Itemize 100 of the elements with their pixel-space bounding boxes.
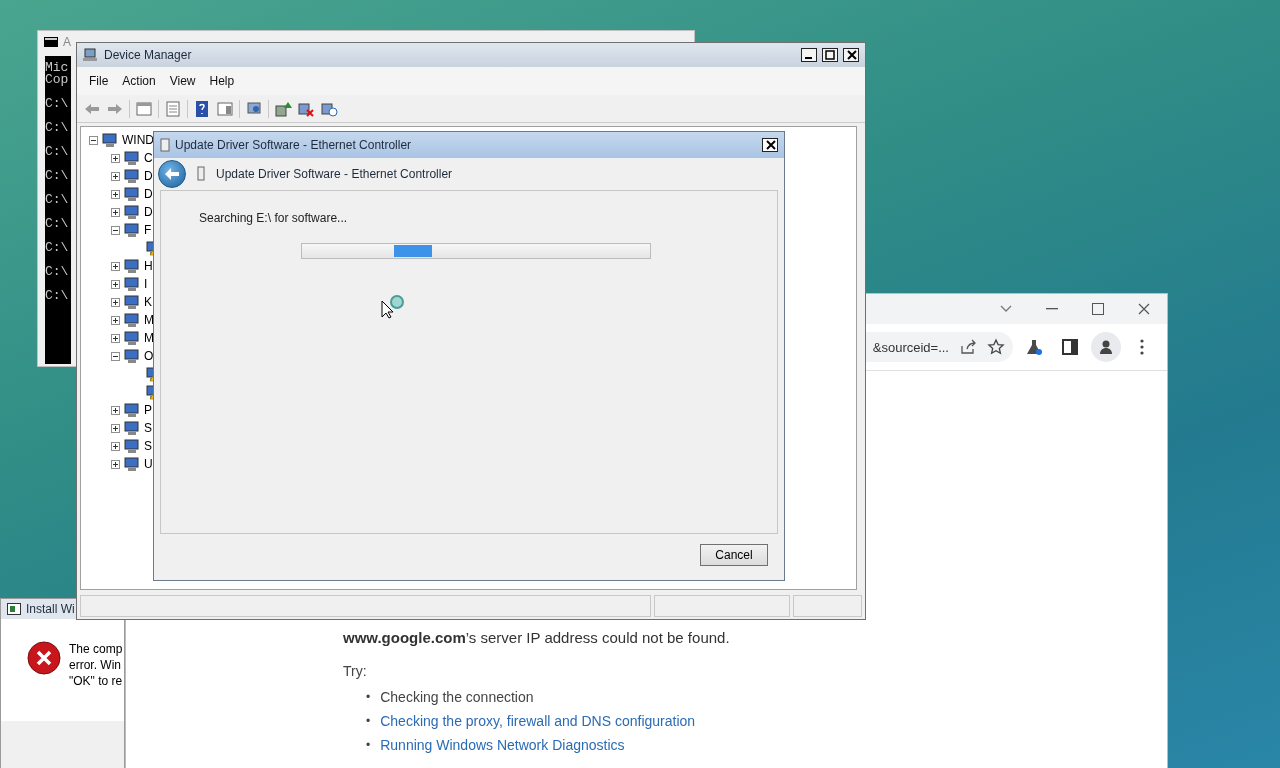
tree-item-label[interactable]: O xyxy=(144,349,154,363)
device-icon xyxy=(101,132,119,148)
tree-item-label[interactable]: I xyxy=(144,277,148,291)
expand-toggle[interactable] xyxy=(111,333,120,343)
console-line: C:\ xyxy=(45,218,70,230)
person-icon xyxy=(1098,339,1114,355)
plus-icon xyxy=(112,442,119,450)
device-icon xyxy=(123,204,141,220)
collapse-toggle[interactable] xyxy=(89,135,98,145)
bullet: • xyxy=(366,689,371,706)
expand-toggle[interactable] xyxy=(111,297,120,307)
plus-icon xyxy=(112,298,119,306)
collapse-toggle[interactable] xyxy=(111,351,120,361)
console-line: C:\ xyxy=(45,98,70,110)
tree-item-label[interactable]: F xyxy=(144,223,152,237)
expand-toggle[interactable] xyxy=(111,441,120,451)
window-icon[interactable] xyxy=(216,99,234,118)
window-title: Device Manager xyxy=(104,48,193,62)
device-icon xyxy=(123,150,141,166)
suggestion-link[interactable]: Checking the proxy, firewall and DNS configuration xyxy=(380,712,696,730)
menu-item[interactable]: View xyxy=(163,72,202,90)
window-title: Install Wi xyxy=(26,602,76,616)
console-icon xyxy=(44,37,58,47)
search-status: Searching E:\ for software... xyxy=(199,211,349,225)
plus-icon xyxy=(112,262,119,270)
error-icon xyxy=(27,641,61,675)
cancel-button[interactable]: Cancel xyxy=(700,544,768,566)
close-button[interactable] xyxy=(843,48,859,62)
status-bar-segment xyxy=(793,595,862,617)
menu-item[interactable]: Action xyxy=(116,72,162,90)
plus-icon xyxy=(112,172,119,180)
tree-item-label[interactable]: S xyxy=(144,421,152,435)
console-line: C:\ xyxy=(45,266,70,278)
console-line: C:\ xyxy=(45,122,70,134)
tree-item-label[interactable]: D xyxy=(144,169,153,183)
plus-icon xyxy=(112,334,119,342)
tree-item-label[interactable]: M xyxy=(144,313,154,327)
star-icon[interactable] xyxy=(987,338,1005,356)
plus-icon xyxy=(112,316,119,324)
suggestion-link[interactable]: Running Windows Network Diagnostics xyxy=(380,736,625,754)
device-icon xyxy=(123,186,141,202)
tree-item-label[interactable]: K xyxy=(144,295,152,309)
device-icon xyxy=(123,168,141,184)
close-icon xyxy=(1138,303,1150,315)
back-button[interactable] xyxy=(158,160,186,188)
bullet: • xyxy=(366,713,371,730)
tree-item-label[interactable]: S xyxy=(144,439,152,453)
tree-item-label[interactable]: D xyxy=(144,205,153,219)
close-button[interactable] xyxy=(762,138,778,152)
expand-toggle[interactable] xyxy=(111,315,120,325)
plus-icon xyxy=(112,190,119,198)
tree-item-label[interactable]: M xyxy=(144,331,154,345)
console-line: Cop xyxy=(45,74,70,86)
expand-toggle[interactable] xyxy=(111,261,120,271)
share-icon[interactable] xyxy=(959,338,977,356)
back-arrow-icon xyxy=(164,167,180,181)
expand-toggle[interactable] xyxy=(111,171,120,181)
tree-item-label[interactable]: WIND xyxy=(122,133,154,147)
help-icon[interactable] xyxy=(193,99,211,118)
device-icon xyxy=(123,420,141,436)
menu-item[interactable]: File xyxy=(83,72,115,90)
device-icon xyxy=(123,258,141,274)
expand-toggle[interactable] xyxy=(111,189,120,199)
device-icon xyxy=(123,276,141,292)
expand-toggle[interactable] xyxy=(111,423,120,433)
dialog-heading: Update Driver Software - Ethernet Controller xyxy=(216,167,453,181)
minimize-icon xyxy=(1046,308,1058,310)
menu-item[interactable]: Help xyxy=(203,72,241,90)
maximize-button[interactable] xyxy=(822,48,838,62)
tree-item-label[interactable]: H xyxy=(144,259,153,273)
plus-icon xyxy=(112,424,119,432)
error-message: www.google.com’s server IP address could not be found. xyxy=(343,629,731,646)
device-icon xyxy=(123,438,141,454)
tree-item-label[interactable]: C xyxy=(144,151,153,165)
dialog-title: Update Driver Software - Ethernet Controller xyxy=(175,138,413,152)
device-icon xyxy=(123,402,141,418)
expand-toggle[interactable] xyxy=(111,207,120,217)
console-line: C:\ xyxy=(45,290,70,302)
plus-icon xyxy=(112,460,119,468)
expand-toggle[interactable] xyxy=(111,153,120,163)
device-icon xyxy=(123,456,141,472)
tree-item-label[interactable]: P xyxy=(144,403,152,417)
tree-item-label[interactable]: U xyxy=(144,457,153,471)
installer-icon xyxy=(7,603,21,615)
expand-toggle[interactable] xyxy=(111,459,120,469)
plus-icon xyxy=(112,208,119,216)
minimize-button[interactable] xyxy=(801,48,817,62)
expand-toggle[interactable] xyxy=(111,405,120,415)
console-line: Mic xyxy=(45,62,70,74)
device-icon xyxy=(123,348,141,364)
collapse-toggle[interactable] xyxy=(111,225,120,235)
expand-toggle[interactable] xyxy=(111,279,120,289)
window-icon[interactable] xyxy=(135,99,153,118)
maximize-icon xyxy=(825,50,835,60)
profile-avatar[interactable] xyxy=(1091,332,1121,362)
computer-icon xyxy=(83,48,99,62)
tree-item-label[interactable]: D xyxy=(144,187,153,201)
ethernet-port-icon xyxy=(160,138,170,152)
device-icon xyxy=(123,222,141,238)
side-panel-icon xyxy=(1062,339,1078,355)
